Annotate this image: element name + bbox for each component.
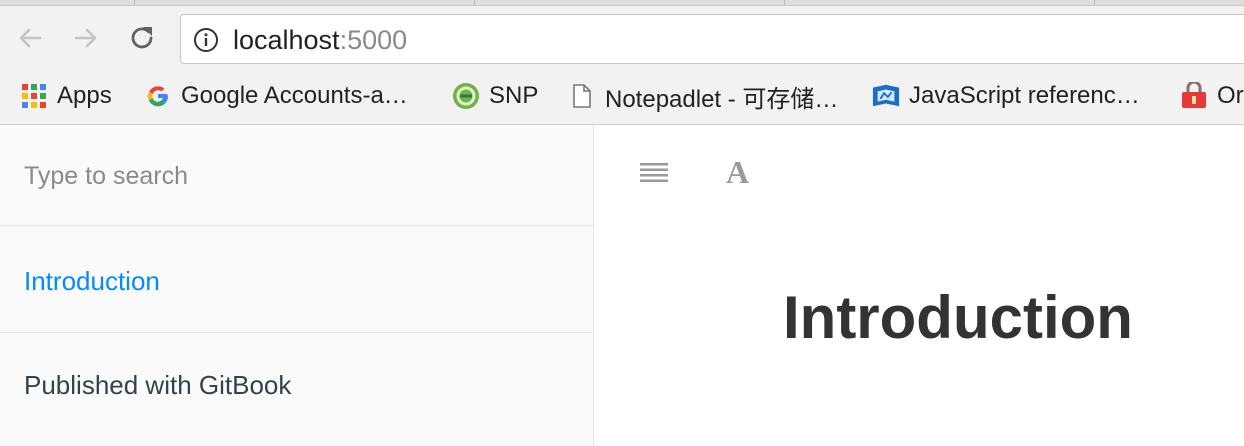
page-title: Introduction [783, 284, 1133, 351]
bookmarks-bar: Apps Google Accounts-a… SNP Notepadlet -… [0, 74, 1244, 118]
address-bar[interactable]: localhost:5000 [180, 14, 1244, 64]
bookmark-label: Google Accounts-a… [181, 82, 408, 109]
url-port: :5000 [339, 25, 408, 55]
published-with-gitbook-link[interactable]: Published with GitBook [24, 370, 291, 401]
apps-grid-icon [20, 82, 48, 110]
bookmark-label: Or [1217, 82, 1244, 109]
url-host: localhost [233, 25, 340, 55]
bookmark-icon [1180, 82, 1208, 110]
back-button[interactable] [12, 20, 48, 56]
reload-button[interactable] [124, 20, 160, 56]
forward-arrow-icon [74, 28, 97, 48]
tab-separator [784, 0, 785, 5]
tab-separator [134, 0, 135, 5]
bookmark-label: Notepadlet - 可存储… [605, 85, 839, 113]
google-icon [144, 82, 172, 110]
bookmark-javascript-reference[interactable]: JavaScript referenc… [872, 80, 1140, 112]
site-info-icon[interactable] [193, 27, 219, 53]
bookmark-apps[interactable]: Apps [20, 80, 112, 112]
sidebar-divider [0, 332, 593, 333]
browser-toolbar: localhost:5000 [0, 6, 1244, 70]
sidebar-item-introduction[interactable]: Introduction [24, 266, 160, 297]
bookmark-notepadlet[interactable]: Notepadlet - 可存储… [568, 80, 839, 113]
reload-icon [131, 27, 153, 49]
tab-separator [474, 0, 475, 5]
bookmark-partial[interactable]: Or [1180, 80, 1244, 112]
back-arrow-icon [19, 28, 42, 48]
browser-chrome: localhost:5000 Apps Google Accounts-a… S… [0, 0, 1244, 125]
bookmark-google-accounts[interactable]: Google Accounts-a… [144, 80, 408, 112]
snp-icon [452, 82, 480, 110]
bookmark-label: JavaScript referenc… [909, 82, 1140, 109]
menu-icon[interactable] [638, 161, 670, 187]
font-settings-button[interactable]: A [726, 154, 749, 191]
book-body: A Introduction [594, 125, 1244, 446]
tab-separator [1094, 0, 1095, 5]
book-summary-sidebar: Introduction Published with GitBook [0, 125, 594, 446]
bookmark-snp[interactable]: SNP [452, 80, 538, 112]
book-search [0, 125, 593, 226]
bookmark-label: Apps [57, 82, 112, 109]
mdn-icon [872, 82, 900, 110]
search-input[interactable] [22, 155, 566, 197]
bookmark-label: SNP [489, 82, 539, 109]
forward-button[interactable] [68, 20, 104, 56]
url-text[interactable]: localhost:5000 [233, 26, 407, 54]
document-icon [568, 82, 596, 110]
